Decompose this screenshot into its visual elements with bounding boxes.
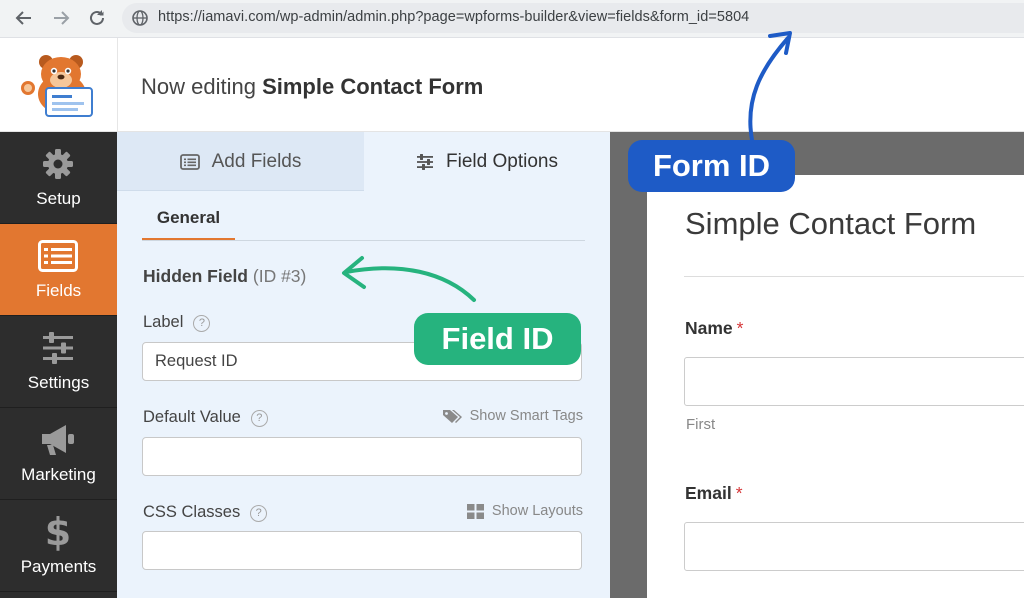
default-value-text: Default Value xyxy=(143,408,241,426)
email-label-text: Email xyxy=(685,483,732,503)
sidebar-item-payments[interactable]: $ Payments xyxy=(0,500,117,592)
sidebar-item-marketing[interactable]: Marketing xyxy=(0,408,117,500)
help-icon[interactable]: ? xyxy=(193,315,211,332)
preview-email-input[interactable] xyxy=(684,522,1024,571)
sliders-icon xyxy=(417,154,434,170)
header-divider xyxy=(117,38,118,132)
globe-icon xyxy=(132,10,148,26)
tab-general[interactable]: General xyxy=(142,208,235,228)
editing-prefix: Now editing xyxy=(141,74,256,99)
preview-name-input[interactable] xyxy=(684,357,1024,406)
tab-label: Field Options xyxy=(446,151,558,172)
sidebar-label: Payments xyxy=(20,557,97,576)
arrow-right-icon[interactable] xyxy=(49,6,73,30)
browser-toolbar: https://iamavi.com/wp-admin/admin.php?pa… xyxy=(0,0,1024,38)
sidebar-label: Marketing xyxy=(21,465,96,484)
megaphone-icon xyxy=(38,422,78,458)
label-option-label: Label? xyxy=(143,313,211,332)
list-icon xyxy=(179,153,200,170)
layout-grid-icon xyxy=(466,503,484,519)
svg-text:$: $ xyxy=(45,512,71,552)
css-classes-input[interactable] xyxy=(142,531,582,570)
sliders-icon xyxy=(38,330,78,366)
show-layouts-link[interactable]: Show Layouts xyxy=(466,503,583,519)
field-options-panel: Add Fields Field Options General Hidden … xyxy=(117,132,610,598)
required-marker: * xyxy=(736,318,744,338)
preview-name-sublabel: First xyxy=(686,416,716,433)
field-title: Hidden Field (ID #3) xyxy=(143,266,306,287)
name-label-text: Name xyxy=(685,318,733,338)
sidebar-item-fields[interactable]: Fields xyxy=(0,224,117,316)
required-marker: * xyxy=(735,483,743,503)
divider xyxy=(142,240,585,241)
sidebar-label: Settings xyxy=(27,373,90,392)
sidebar-label: Fields xyxy=(35,281,82,300)
help-icon[interactable]: ? xyxy=(250,410,268,427)
address-bar[interactable]: https://iamavi.com/wp-admin/admin.php?pa… xyxy=(122,3,1024,33)
form-name: Simple Contact Form xyxy=(262,74,484,99)
show-layouts-label: Show Layouts xyxy=(491,503,583,519)
form-id-callout: Form ID xyxy=(628,140,795,192)
panel-tabs: Add Fields Field Options xyxy=(117,132,610,192)
list-icon xyxy=(38,238,78,274)
tab-field-options[interactable]: Field Options xyxy=(364,132,610,192)
builder-header: Now editing Simple Contact Form xyxy=(0,38,1024,132)
preview-form-title: Simple Contact Form xyxy=(685,206,977,241)
page-title: Now editing Simple Contact Form xyxy=(141,74,483,100)
show-smart-tags-link[interactable]: Show Smart Tags xyxy=(442,408,583,424)
arrow-left-icon[interactable] xyxy=(12,6,36,30)
preview-name-label: Name * xyxy=(685,318,743,339)
default-value-option-label: Default Value? xyxy=(143,408,268,427)
help-icon[interactable]: ? xyxy=(250,505,268,522)
sidebar-item-setup[interactable]: Setup xyxy=(0,132,117,224)
label-text: Label xyxy=(143,313,184,331)
preview-divider xyxy=(684,276,1024,277)
smart-tags-label: Show Smart Tags xyxy=(469,408,583,424)
tab-add-fields[interactable]: Add Fields xyxy=(117,132,364,191)
reload-icon[interactable] xyxy=(85,6,109,30)
sidebar-label: Setup xyxy=(36,189,81,208)
field-type: Hidden Field xyxy=(143,266,248,286)
css-classes-option-label: CSS Classes? xyxy=(143,503,268,522)
gear-icon xyxy=(38,146,78,182)
sidebar-item-settings[interactable]: Settings xyxy=(0,316,117,408)
url-text: https://iamavi.com/wp-admin/admin.php?pa… xyxy=(158,9,750,25)
dollar-icon: $ xyxy=(38,512,78,552)
field-id: (ID #3) xyxy=(252,266,307,286)
preview-email-label: Email * xyxy=(685,483,743,504)
tags-icon xyxy=(442,409,462,423)
css-classes-text: CSS Classes xyxy=(143,503,241,521)
wpforms-bear-logo xyxy=(18,52,98,118)
default-value-input[interactable] xyxy=(142,437,582,476)
builder-sidebar: Setup Fields Settings Marketing $ Paymen… xyxy=(0,132,117,598)
tab-label: Add Fields xyxy=(211,150,302,172)
field-id-callout: Field ID xyxy=(414,313,581,365)
